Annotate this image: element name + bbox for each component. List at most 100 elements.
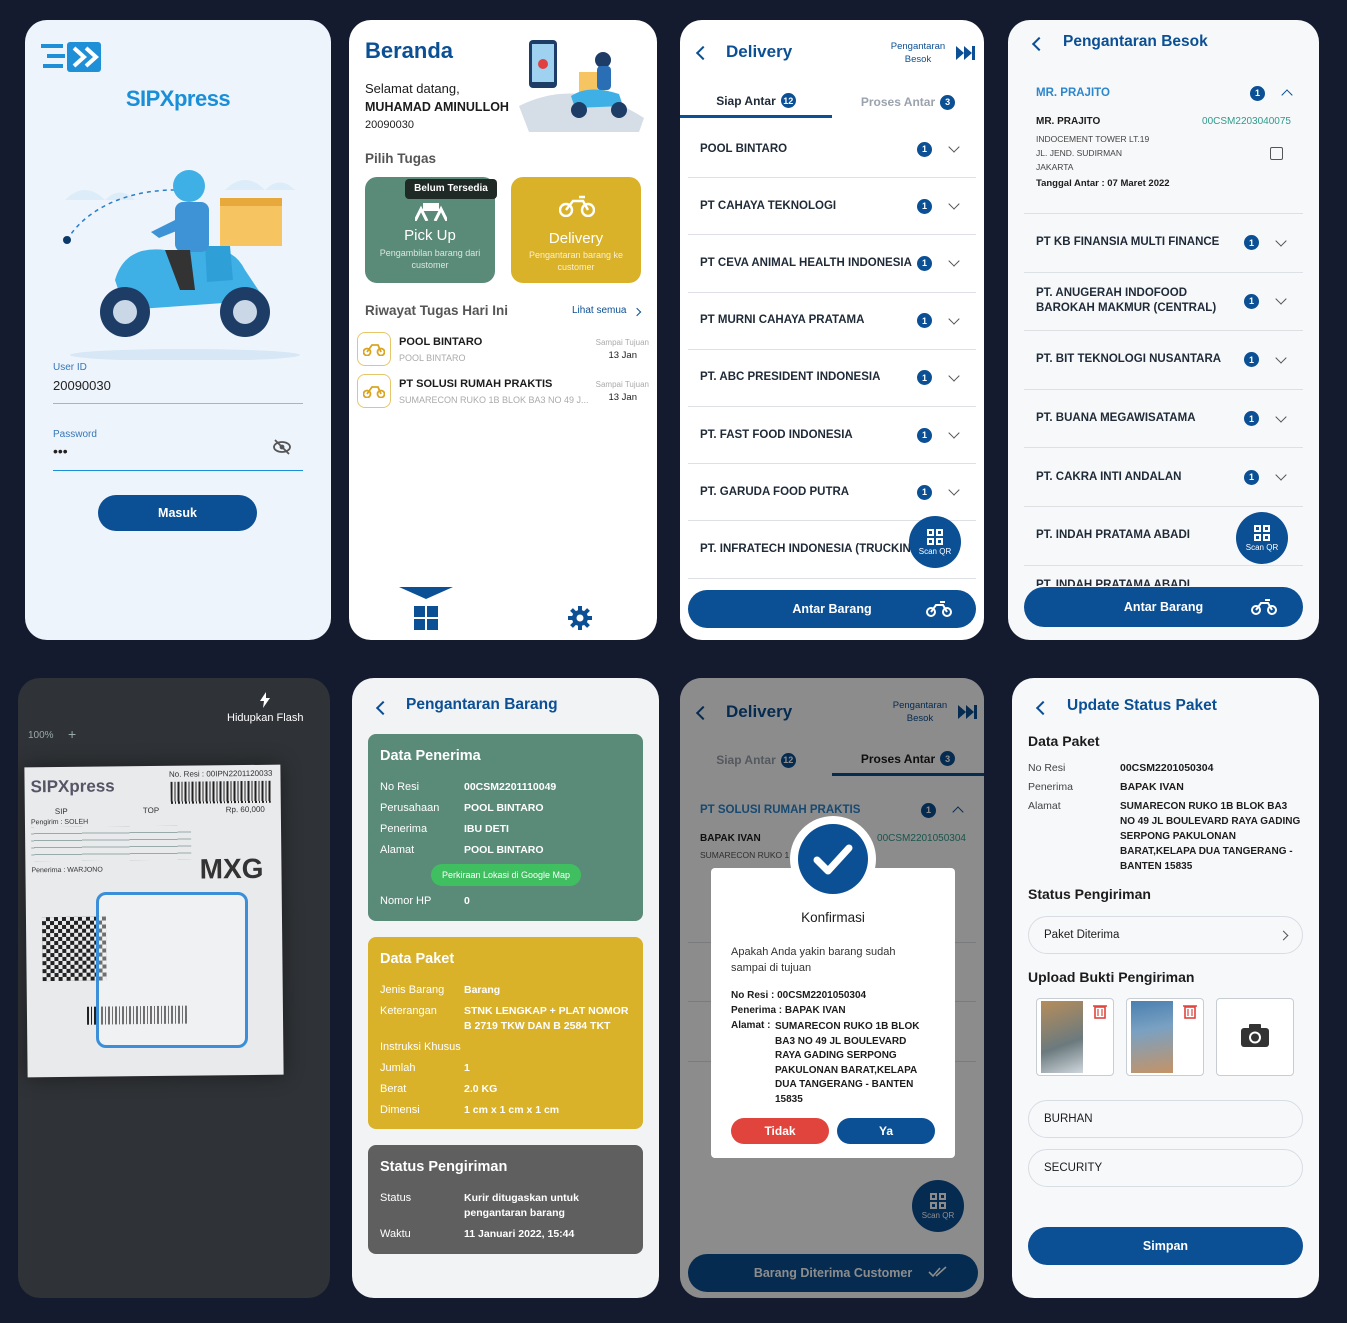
list-item[interactable]: PT. GARUDA FOOD PUTRA 1 — [688, 464, 976, 522]
recipient-card: Data Penerima No Resi 00CSM2201110049 Per… — [368, 734, 643, 921]
dialog-penerima: Penerima : BAPAK IVAN — [731, 1005, 846, 1016]
chevron-down-icon[interactable] — [1275, 469, 1287, 481]
field-value: 00CSM2201110049 — [464, 781, 557, 793]
scan-qr-button[interactable]: Scan QR — [909, 516, 961, 568]
field-value: 0 — [464, 895, 470, 907]
see-all-link[interactable]: Lihat semua — [572, 305, 626, 316]
deliver-button[interactable]: Antar Barang — [1024, 587, 1303, 627]
add-photo-button[interactable] — [1216, 998, 1294, 1076]
dashboard-icon[interactable] — [414, 606, 438, 630]
receiver-role-input[interactable]: SECURITY — [1028, 1149, 1303, 1187]
flash-toggle[interactable]: Hidupkan Flash — [227, 712, 303, 724]
pickup-title: Pick Up — [404, 227, 456, 244]
item-name: PT KB FINANSIA MULTI FINANCE — [1036, 236, 1220, 249]
deliver-button[interactable]: Antar Barang — [688, 590, 976, 628]
field-label: Penerima — [1028, 781, 1073, 793]
item-name: PT. CAKRA INTI ANDALAN — [1036, 470, 1182, 483]
chevron-down-icon[interactable] — [948, 427, 960, 439]
chevron-down-icon[interactable] — [948, 484, 960, 496]
chevron-right-icon[interactable] — [632, 307, 642, 317]
password-input[interactable]: ••• — [53, 443, 303, 471]
motorbike-icon — [357, 374, 391, 408]
receiver-name-input[interactable]: BURHAN — [1028, 1100, 1303, 1138]
list-item[interactable]: PT. FAST FOOD INDONESIA 1 — [688, 407, 976, 465]
list-item[interactable]: PT MURNI CAHAYA PRATAMA 1 — [688, 293, 976, 350]
login-button[interactable]: Masuk — [98, 495, 257, 531]
back-icon[interactable] — [695, 45, 711, 61]
field-value: Barang — [464, 984, 501, 996]
photo-thumbnail[interactable] — [1036, 998, 1114, 1076]
tab-label: Proses Antar — [860, 95, 936, 109]
chevron-down-icon[interactable] — [948, 255, 960, 268]
tab-label: Siap Antar — [716, 93, 776, 108]
label-sender: Pengirim : SOLEH — [30, 818, 89, 827]
history-item[interactable]: POOL BINTARO POOL BINTARO Sampai Tujuan … — [357, 332, 649, 372]
pickup-card[interactable]: Belum Tersedia Pick Up Pengambilan baran… — [365, 177, 497, 283]
label-service: SIP — [54, 806, 68, 817]
back-icon[interactable] — [1031, 36, 1047, 52]
pickup-desc: Pengambilan barang dari customer — [379, 248, 481, 270]
chevron-down-icon[interactable] — [1275, 352, 1287, 364]
field-label: No Resi — [1028, 762, 1066, 774]
google-map-button[interactable]: Perkiraan Lokasi di Google Map — [431, 864, 581, 886]
list-item[interactable]: PT. BUANA MEGAWISATAMA 1 — [1024, 390, 1303, 449]
chevron-down-icon[interactable] — [948, 141, 960, 153]
tab-proses-antar[interactable]: Proses Antar 3 — [832, 86, 984, 118]
count-badge: 1 — [917, 370, 932, 386]
logo-icon — [41, 40, 125, 74]
scan-qr-button[interactable]: Scan QR — [1236, 512, 1288, 564]
userid-input[interactable]: 20090030 — [53, 378, 303, 404]
delivery-desc: Pengantaran barang ke customer — [528, 250, 624, 272]
chevron-down-icon[interactable] — [948, 370, 960, 382]
unavailable-badge: Belum Tersedia — [405, 179, 497, 199]
flash-icon[interactable] — [260, 692, 270, 708]
history-item[interactable]: PT SOLUSI RUMAH PRAKTIS SUMARECON RUKO 1… — [357, 374, 649, 414]
back-icon[interactable] — [375, 700, 391, 716]
photo-thumbnail[interactable] — [1126, 998, 1204, 1076]
field-label: Alamat — [1028, 800, 1061, 812]
tab-siap-antar[interactable]: Siap Antar 12 — [680, 86, 832, 118]
count-badge: 1 — [917, 484, 932, 500]
list-item[interactable]: PT CAHAYA TEKNOLOGI 1 — [688, 178, 976, 236]
list-item[interactable]: PT. ABC PRESIDENT INDONESIA 1 — [688, 350, 976, 407]
field-label: Waktu — [380, 1228, 411, 1240]
history-name: PT SOLUSI RUMAH PRAKTIS — [399, 378, 553, 390]
list-item[interactable]: PT KB FINANSIA MULTI FINANCE 1 — [1024, 214, 1303, 273]
eye-hidden-icon[interactable] — [273, 438, 291, 456]
field-label: Jumlah — [380, 1062, 416, 1074]
qr-code-icon — [927, 528, 943, 545]
back-icon[interactable] — [1035, 700, 1051, 716]
trash-icon[interactable] — [1183, 1003, 1197, 1019]
list-item[interactable]: PT. ANUGERAH INDOFOOD BAROKAH MAKMUR (CE… — [1024, 273, 1303, 332]
chevron-down-icon[interactable] — [948, 198, 960, 210]
list-item[interactable]: PT. INDAH PRATAMA ABADI — [1024, 570, 1303, 586]
chevron-down-icon[interactable] — [1275, 293, 1287, 306]
select-checkbox[interactable] — [1270, 147, 1283, 160]
card-title: Data Paket — [380, 951, 455, 967]
label-price: Rp. 60,000 — [225, 804, 265, 815]
trash-icon[interactable] — [1093, 1003, 1107, 1019]
group-header[interactable]: MR. PRAJITO 1 — [1024, 80, 1303, 106]
history-date-label: Sampai Tujuan — [595, 338, 649, 347]
field-value: 1 cm x 1 cm x 1 cm — [464, 1104, 560, 1116]
list-item[interactable]: PT CEVA ANIMAL HEALTH INDONESIA 1 — [688, 235, 976, 293]
status-select[interactable]: Paket Diterima — [1028, 916, 1303, 954]
field-value: 2.0 KG — [464, 1083, 498, 1095]
delivery-card[interactable]: Delivery Pengantaran barang ke customer — [511, 177, 641, 283]
chevron-down-icon[interactable] — [1275, 410, 1287, 423]
user-name: MUHAMAD AMINULLOH — [365, 100, 509, 114]
list-item[interactable]: PT. CAKRA INTI ANDALAN 1 — [1024, 448, 1303, 507]
tomorrow-link[interactable]: Pengantaran Besok — [880, 40, 956, 66]
settings-gear-icon[interactable] — [567, 605, 593, 631]
list-item[interactable]: POOL BINTARO 1 — [688, 121, 976, 179]
list-item[interactable]: PT. BIT TEKNOLOGI NUSANTARA 1 — [1024, 331, 1303, 390]
fast-forward-icon[interactable] — [956, 46, 976, 60]
page-title: Delivery — [726, 42, 793, 61]
chevron-down-icon[interactable] — [1275, 235, 1287, 247]
save-button[interactable]: Simpan — [1028, 1227, 1303, 1265]
item-name: PT. BUANA MEGAWISATAMA — [1036, 412, 1196, 425]
chevron-up-icon[interactable] — [1281, 89, 1293, 101]
yes-button[interactable]: Ya — [837, 1118, 935, 1144]
no-button[interactable]: Tidak — [731, 1118, 829, 1144]
chevron-down-icon[interactable] — [948, 313, 960, 325]
